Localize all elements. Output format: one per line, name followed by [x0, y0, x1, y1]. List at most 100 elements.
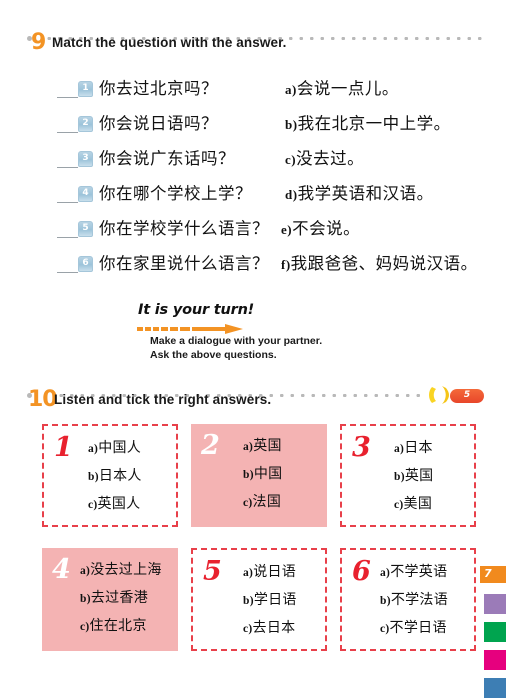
answer-text: 会说一点儿。 [296, 79, 399, 98]
audio-track-pill: 5 [450, 389, 484, 403]
tick-box[interactable]: 5 a)说日语 b)学日语 c)去日本 [191, 548, 327, 651]
answer-label: e) [281, 222, 293, 237]
answer-label: b) [285, 117, 298, 132]
tick-option-label: c) [88, 499, 98, 511]
match-row: 6 你在家里说什么语言？ f)我跟爸爸、妈妈说汉语。 [0, 251, 506, 286]
answer-blank-line[interactable] [57, 272, 78, 273]
exercise-9-title: Match the question with the answer. [52, 35, 287, 50]
tick-box[interactable]: 6 a)不学英语 b)不学法语 c)不学日语 [340, 548, 476, 651]
your-turn-arrow-icon [137, 322, 249, 334]
tick-option[interactable]: c)不学日语 [380, 615, 470, 643]
answer-option: d)我学英语和汉语。 [285, 180, 434, 204]
tick-option-label: b) [243, 469, 254, 481]
tick-option-text: 英国人 [97, 496, 141, 512]
match-row: 4 你在哪个学校上学？ d)我学英语和汉语。 [0, 181, 506, 216]
tick-option-text: 说日语 [253, 564, 297, 580]
tick-option[interactable]: b)去过香港 [80, 585, 174, 613]
your-turn-instructions: Make a dialogue with your partner. Ask t… [150, 335, 322, 362]
answer-option: f)我跟爸爸、妈妈说汉语。 [281, 250, 478, 274]
question-text: 你会说日语吗？ [99, 114, 218, 133]
answer-text: 不会说。 [292, 219, 361, 238]
tick-option[interactable]: c)美国 [394, 491, 470, 519]
tick-box[interactable]: 2 a)英国 b)中国 c)法国 [191, 424, 327, 527]
answer-label: a) [285, 82, 297, 97]
exercise-9-header: 9 Match the question with the answer. [0, 28, 506, 62]
question-number-badge: 6 [78, 256, 93, 272]
answer-blank-line[interactable] [57, 132, 78, 133]
question-text: 你在学校学什么语言？ [99, 219, 269, 238]
tick-box[interactable]: 4 a)没去过上海 b)去过香港 c)住在北京 [42, 548, 178, 651]
answer-option: a)会说一点儿。 [285, 75, 399, 99]
tick-option-label: c) [243, 623, 253, 635]
edge-color-swatch-green [484, 622, 506, 642]
tick-option[interactable]: c)去日本 [243, 615, 321, 643]
exercise-10-title: Listen and tick the right answers. [54, 392, 272, 407]
tick-option-text: 不学英语 [390, 564, 448, 580]
tick-box-options: a)没去过上海 b)去过香港 c)住在北京 [80, 557, 174, 641]
tick-option-label: a) [380, 567, 391, 579]
tick-option-label: c) [243, 497, 253, 509]
tick-option[interactable]: b)不学法语 [380, 587, 470, 615]
tick-option-text: 美国 [403, 496, 433, 512]
tick-option-label: a) [80, 565, 91, 577]
tick-option[interactable]: a)说日语 [243, 559, 321, 587]
tick-option[interactable]: c)住在北京 [80, 613, 174, 641]
answer-text: 我跟爸爸、妈妈说汉语。 [290, 254, 478, 273]
your-turn-line-1: Make a dialogue with your partner. [150, 335, 323, 347]
question-text: 你在哪个学校上学？ [99, 184, 252, 203]
question-text: 你在家里说什么语言？ [99, 254, 269, 273]
tick-option[interactable]: a)中国人 [88, 435, 172, 463]
answer-label: f) [281, 257, 291, 272]
tick-option[interactable]: b)学日语 [243, 587, 321, 615]
tick-option-text: 没去过上海 [90, 562, 162, 578]
edge-color-swatch-purple [484, 594, 506, 614]
tick-option-text: 不学日语 [389, 620, 447, 636]
answer-blank-line[interactable] [57, 167, 78, 168]
your-turn-line-2: Ask the above questions. [150, 348, 277, 361]
tick-box-options: a)说日语 b)学日语 c)去日本 [243, 559, 321, 643]
page-number: 7 [484, 567, 492, 580]
answer-text: 我在北京一中上学。 [297, 114, 451, 133]
question-number-badge: 1 [78, 81, 93, 97]
answer-blank-line[interactable] [57, 202, 78, 203]
answer-blank-line[interactable] [57, 237, 78, 238]
question-text: 你去过北京吗？ [99, 79, 218, 98]
match-row: 5 你在学校学什么语言？ e)不会说。 [0, 216, 506, 251]
match-row: 3 你会说广东话吗？ c)没去过。 [0, 146, 506, 181]
answer-text: 我学英语和汉语。 [297, 184, 434, 203]
tick-box-number: 1 [54, 432, 73, 463]
tick-option-text: 英国 [253, 438, 282, 454]
answer-blank-line[interactable] [57, 97, 78, 98]
tick-option[interactable]: a)没去过上海 [80, 557, 174, 585]
tick-option-text: 日本 [404, 440, 433, 456]
audio-track-badge[interactable]: 5 [428, 383, 492, 407]
tick-box[interactable]: 1 a)中国人 b)日本人 c)英国人 [42, 424, 178, 527]
tick-option-text: 去过香港 [90, 590, 149, 606]
edge-color-swatch-blue [484, 678, 506, 698]
page-number-tab: 7 [480, 566, 506, 583]
tick-option[interactable]: b)英国 [394, 463, 470, 491]
question-number-badge: 3 [78, 151, 93, 167]
answer-label: d) [285, 187, 298, 202]
tick-option-label: b) [394, 471, 405, 483]
tick-option-text: 英国 [404, 468, 434, 484]
tick-option[interactable]: b)日本人 [88, 463, 172, 491]
tick-option[interactable]: a)英国 [243, 433, 323, 461]
tick-box[interactable]: 3 a)日本 b)英国 c)美国 [340, 424, 476, 527]
tick-option-text: 学日语 [253, 592, 297, 608]
exercise-10-number: 10 [28, 387, 58, 412]
tick-option-label: a) [394, 443, 405, 455]
tick-option[interactable]: c)英国人 [88, 491, 172, 519]
tick-option-label: b) [243, 595, 254, 607]
tick-option[interactable]: c)法国 [243, 489, 323, 517]
tick-option[interactable]: a)日本 [394, 435, 470, 463]
tick-option-text: 中国 [253, 466, 283, 482]
tick-box-number: 2 [201, 430, 220, 461]
edge-color-swatch-magenta [484, 650, 506, 670]
tick-box-number: 5 [203, 556, 222, 587]
tick-option[interactable]: a)不学英语 [380, 559, 470, 587]
your-turn-heading: It is your turn! [138, 302, 255, 318]
tick-box-options: a)中国人 b)日本人 c)英国人 [88, 435, 172, 519]
audio-track-number: 5 [463, 390, 471, 400]
tick-option[interactable]: b)中国 [243, 461, 323, 489]
